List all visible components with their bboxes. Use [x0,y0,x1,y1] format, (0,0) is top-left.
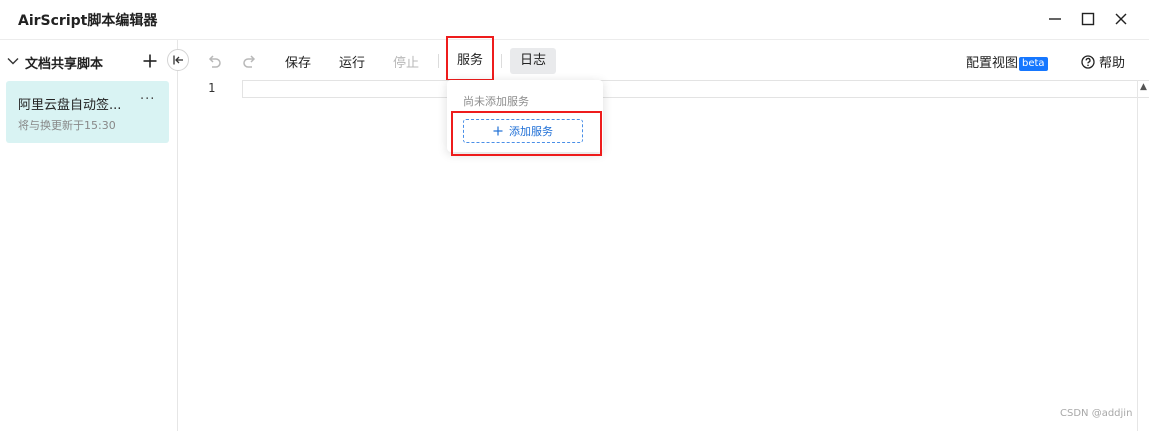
no-service-text: 尚未添加服务 [463,95,529,108]
sidebar-title: 文档共享脚本 [25,57,104,72]
more-options-icon[interactable]: ··· [140,92,155,107]
script-sidebar: 文档共享脚本 阿里云盘自动签... ··· 将与换更新于15:30 [0,40,178,431]
redo-icon[interactable] [241,52,259,70]
close-icon [1115,13,1127,25]
title-bar: AirScript脚本编辑器 [0,0,1149,40]
config-view-label: 配置视图 [966,56,1019,71]
help-button[interactable]: 帮助 [1081,52,1125,71]
save-button[interactable]: 保存 [285,52,311,71]
maximize-button[interactable] [1076,8,1100,30]
watermark: CSDN @addjin [1060,408,1133,419]
add-service-highlight [451,111,602,156]
log-button[interactable]: 日志 [510,48,556,74]
add-script-icon[interactable] [142,53,158,69]
line-number: 1 [208,81,216,95]
config-view-button[interactable]: 配置视图 beta [966,52,1048,71]
help-label: 帮助 [1099,56,1126,71]
sidebar-header: 文档共享脚本 [0,40,178,82]
collapse-sidebar-icon [173,55,183,65]
scroll-up-icon[interactable]: ▲ [1140,82,1147,92]
close-button[interactable] [1109,8,1133,30]
script-update-info: 将与换更新于15:30 [18,119,116,132]
service-button-highlight [446,36,494,81]
editor-toolbar: 保存 运行 停止 服务 日志 配置视图 beta 帮助 [179,40,1149,80]
editor-scrollbar[interactable] [1137,80,1138,431]
stop-button[interactable]: 停止 [393,52,419,71]
toolbar-divider [438,54,439,68]
collapse-sidebar-button[interactable] [167,49,189,71]
app-title: AirScript脚本编辑器 [18,13,158,29]
code-editor-line[interactable] [242,80,1149,98]
toolbar-divider [501,54,502,68]
help-icon [1081,54,1095,69]
beta-badge: beta [1019,57,1048,71]
minimize-button[interactable] [1043,8,1067,30]
chevron-down-icon[interactable] [7,55,19,67]
run-button[interactable]: 运行 [339,52,365,71]
minimize-icon [1049,18,1061,20]
maximize-icon [1081,12,1095,26]
script-name: 阿里云盘自动签... [18,98,122,113]
undo-icon[interactable] [205,52,223,70]
script-list-item[interactable]: 阿里云盘自动签... ··· 将与换更新于15:30 [6,81,169,143]
